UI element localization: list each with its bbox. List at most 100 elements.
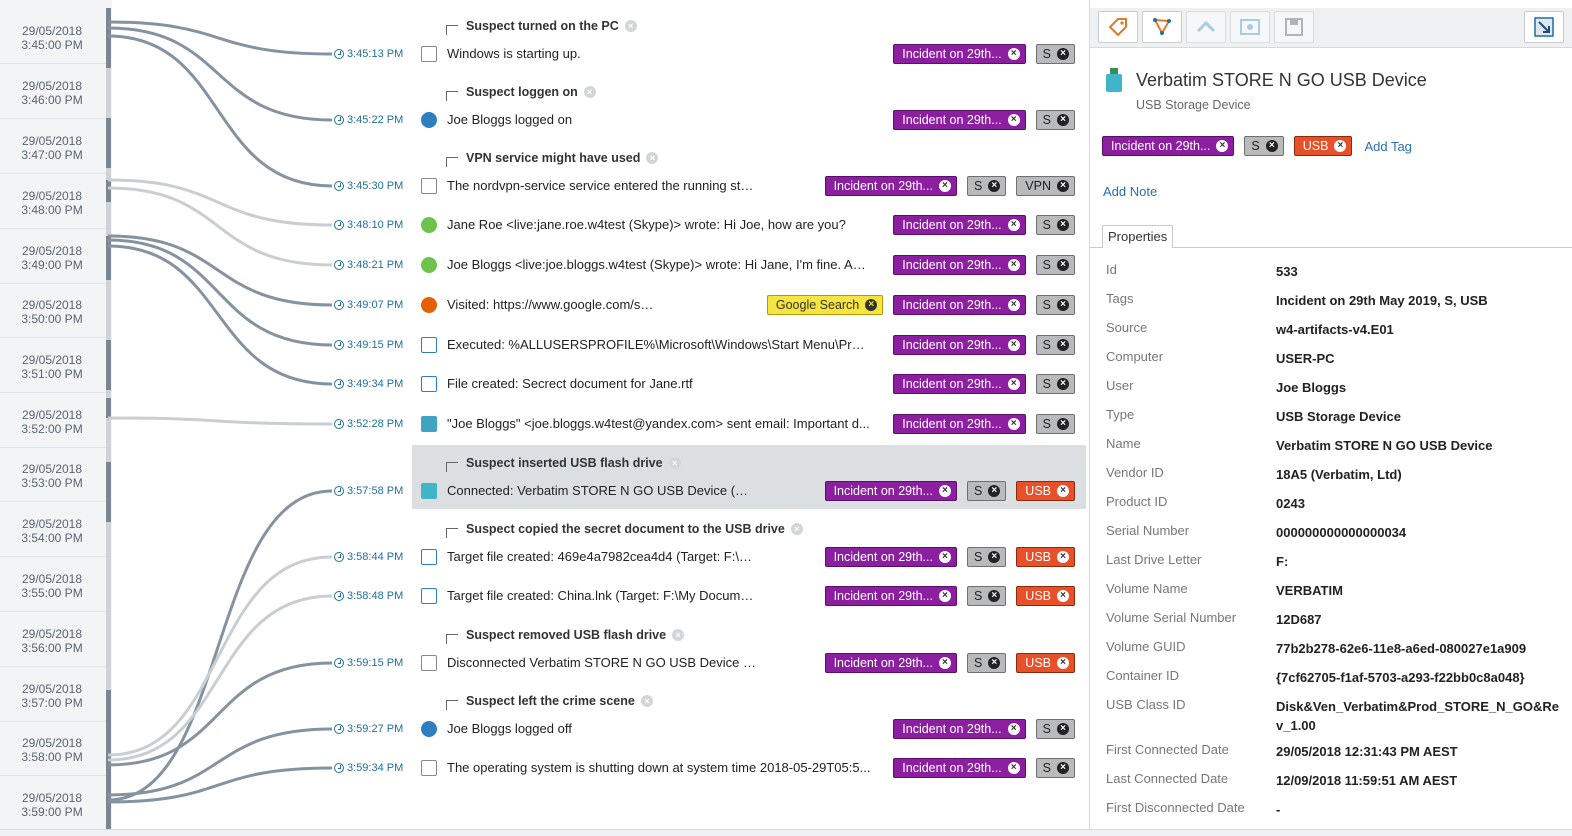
remove-tag-icon[interactable]: × [1057,114,1069,126]
remove-tag-icon[interactable]: × [1057,723,1069,735]
event-row[interactable]: File created: Secrect document for Jane.… [412,373,1086,395]
add-note-link[interactable]: Add Note [1103,184,1157,199]
remove-group-icon[interactable]: × [646,152,659,164]
remove-tag-icon[interactable]: × [1007,219,1020,231]
remove-tag-icon[interactable]: × [988,485,1001,497]
event-row[interactable]: Joe Bloggs <live:joe.bloggs.w4test (Skyp… [412,254,1086,276]
remove-tag-icon[interactable]: × [1057,48,1069,60]
event-row[interactable]: The nordvpn-service service entered the … [412,175,1086,197]
remove-tag-icon[interactable]: × [1057,485,1069,497]
tag-usb[interactable]: USB × [1293,136,1353,156]
event-row[interactable]: Visited: https://www.google.com/search?q… [412,294,1086,316]
time-axis[interactable]: 29/05/2018 3:45:00 PM 29/05/2018 3:46:00 PM… [0,0,112,831]
remove-tag-icon[interactable]: × [988,657,1001,669]
remove-tag-icon[interactable]: × [1057,762,1069,774]
tag-s[interactable]: S × [966,653,1007,673]
remove-tag-icon[interactable]: × [1007,378,1020,390]
tag-incident[interactable]: Incident on 29th... × [824,547,957,567]
event-row[interactable]: Joe Bloggs logged off Incident on 29th...… [412,718,1086,740]
tag-s[interactable]: S × [1035,295,1075,315]
remove-tag-icon[interactable]: × [938,551,951,563]
tag-incident[interactable]: Incident on 29th... × [893,255,1026,275]
remove-tag-icon[interactable]: × [1007,723,1020,735]
remove-group-icon[interactable]: × [668,457,681,469]
remove-tag-icon[interactable]: × [1007,114,1020,126]
tag-s[interactable]: S × [1035,335,1075,355]
remove-tag-icon[interactable]: × [1007,418,1020,430]
tag-incident[interactable]: Incident on 29th... × [893,110,1026,130]
tag-incident[interactable]: Incident on 29th... × [893,335,1026,355]
remove-group-icon[interactable]: × [640,695,653,707]
remove-tag-icon[interactable]: × [865,299,878,311]
remove-tag-icon[interactable]: × [1007,762,1020,774]
tag-s[interactable]: S × [966,481,1007,501]
tag-s[interactable]: S × [966,547,1007,567]
remove-group-icon[interactable]: × [624,20,637,32]
event-row[interactable]: Windows is starting up. Incident on 29th.… [412,43,1086,65]
remove-tag-icon[interactable]: × [1334,140,1347,152]
event-row[interactable]: Joe Bloggs logged on Incident on 29th... ×… [412,109,1086,131]
remove-tag-icon[interactable]: × [988,180,1001,192]
tag-usb[interactable]: USB × [1016,653,1075,673]
tag-s[interactable]: S × [1035,110,1075,130]
remove-tag-icon[interactable]: × [1057,657,1069,669]
tag-s[interactable]: S × [1035,255,1075,275]
up-button[interactable] [1186,11,1226,43]
remove-tag-icon[interactable]: × [1057,259,1069,271]
tag-s[interactable]: S × [1035,374,1075,394]
add-tag-link[interactable]: Add Tag [1364,139,1411,154]
remove-tag-icon[interactable]: × [1057,418,1069,430]
event-row[interactable]: Connected: Verbatim STORE N GO USB Devic… [412,480,1086,502]
tag-incident[interactable]: Incident on 29th... × [893,374,1026,394]
event-row[interactable]: The operating system is shutting down at… [412,757,1086,779]
remove-tag-icon[interactable]: × [1007,48,1020,60]
connections-button[interactable] [1142,11,1182,43]
remove-group-icon[interactable]: × [583,86,596,98]
remove-tag-icon[interactable]: × [1057,180,1069,192]
tag-button[interactable] [1098,11,1138,43]
group-title[interactable]: VPN service might have used × [446,150,659,167]
tag-usb[interactable]: USB × [1016,481,1075,501]
remove-tag-icon[interactable]: × [1216,140,1229,152]
remove-tag-icon[interactable]: × [1057,339,1069,351]
remove-tag-icon[interactable]: × [1057,378,1069,390]
group-title[interactable]: Suspect removed USB flash drive × [446,627,685,644]
remove-tag-icon[interactable]: × [1057,551,1069,563]
tag-s[interactable]: S × [1035,414,1075,434]
remove-tag-icon[interactable]: × [1057,299,1069,311]
remove-tag-icon[interactable]: × [1007,299,1020,311]
remove-tag-icon[interactable]: × [988,590,1001,602]
event-row[interactable]: Target file created: 469e4a7982cea4d4 (T… [412,546,1086,568]
remove-tag-icon[interactable]: × [938,590,951,602]
tag-usb[interactable]: USB × [1016,547,1075,567]
group-title[interactable]: Suspect loggen on × [446,84,596,101]
tag-incident[interactable]: Incident on 29th... × [893,414,1026,434]
tag-incident[interactable]: Incident on 29th... × [893,295,1026,315]
event-row[interactable]: Target file created: China.lnk (Target: … [412,585,1086,607]
tag-incident[interactable]: Incident on 29th... × [893,758,1026,778]
remove-tag-icon[interactable]: × [1057,590,1069,602]
tag-incident[interactable]: Incident on 29th... × [1102,136,1235,156]
remove-group-icon[interactable]: × [672,629,685,641]
remove-group-icon[interactable]: × [790,523,803,535]
remove-tag-icon[interactable]: × [1265,140,1278,152]
tag-s[interactable]: S × [1035,719,1075,739]
tab-properties[interactable]: Properties [1102,225,1174,248]
group-title[interactable]: Suspect turned on the PC × [446,18,637,35]
tag-s[interactable]: S × [966,176,1007,196]
tag-s[interactable]: S × [1035,215,1075,235]
event-row[interactable]: Disconnected Verbatim STORE N GO USB Dev… [412,652,1086,674]
preview-button[interactable] [1230,11,1270,43]
tag-incident[interactable]: Incident on 29th... × [893,44,1026,64]
tag-vpn[interactable]: VPN × [1016,176,1075,196]
group-title[interactable]: Suspect inserted USB flash drive × [446,455,681,472]
tag-s[interactable]: S × [966,586,1007,606]
remove-tag-icon[interactable]: × [1007,259,1020,271]
event-row[interactable]: Jane Roe <live:jane.roe.w4test (Skype)> … [412,214,1086,236]
remove-tag-icon[interactable]: × [938,485,951,497]
tag-incident[interactable]: Incident on 29th... × [824,176,957,196]
group-title[interactable]: Suspect left the crime scene × [446,693,653,710]
group-title[interactable]: Suspect copied the secret document to th… [446,521,803,538]
expand-button[interactable] [1524,11,1564,43]
tag-incident[interactable]: Incident on 29th... × [824,653,957,673]
